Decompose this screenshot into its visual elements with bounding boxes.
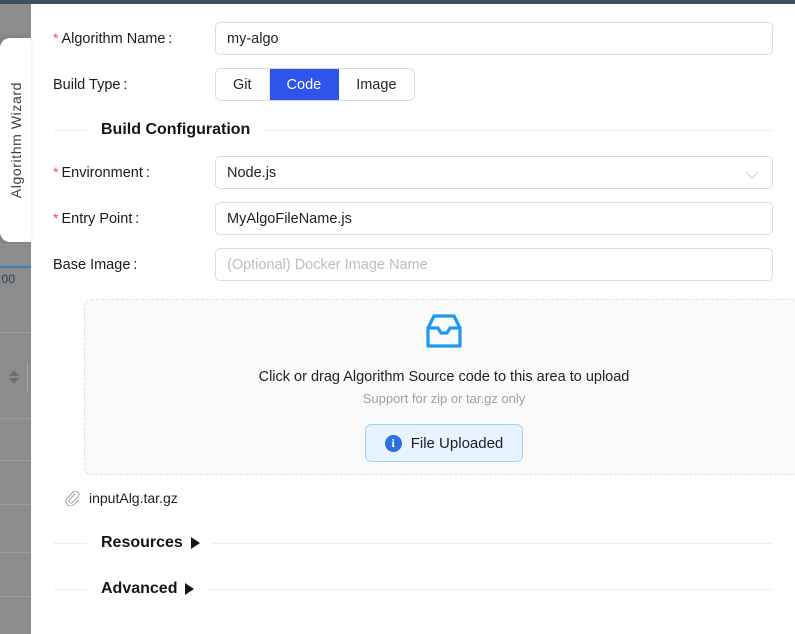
algorithm-source-dropzone[interactable]: Click or drag Algorithm Source code to t… (84, 299, 795, 475)
base-image-input[interactable]: (Optional) Docker Image Name (215, 248, 773, 281)
resources-title: Resources (101, 534, 183, 551)
section-lead-rule (53, 588, 87, 590)
base-image-label: Base Image : (53, 256, 138, 273)
environment-select-value: Node.js (227, 164, 277, 181)
section-lead-rule (53, 129, 87, 131)
backdrop-column-divider (27, 362, 28, 392)
entry-point-row: * Entry Point : MyAlgoFileName.js (53, 202, 773, 235)
advanced-title: Advanced (101, 580, 178, 597)
section-tail-rule (211, 542, 773, 544)
caret-right-icon[interactable] (185, 583, 195, 595)
environment-row: * Environment : Node.js (53, 156, 773, 189)
uploaded-file-name: inputAlg.tar.gz (89, 490, 178, 506)
algorithm-name-row: * Algorithm Name : my-algo (53, 22, 773, 55)
backdrop-time-text: :00 (0, 272, 16, 286)
uploaded-file-item[interactable]: inputAlg.tar.gz (65, 490, 773, 507)
screen: :00 Algorithm Wizard *Algorithm Name : m… (0, 0, 795, 634)
build-type-option-git[interactable]: Git (216, 69, 270, 100)
build-type-option-code[interactable]: Code (269, 69, 340, 100)
environment-label: * Environment : (53, 163, 150, 181)
chevron-down-icon (747, 167, 759, 179)
algorithm-wizard-tab-label: Algorithm Wizard (7, 81, 24, 199)
section-tail-rule (206, 588, 773, 590)
entry-point-label: * Entry Point : (53, 209, 140, 227)
paperclip-icon (65, 490, 80, 507)
caret-right-icon[interactable] (190, 537, 200, 549)
environment-select[interactable]: Node.js (215, 156, 773, 189)
build-type-segmented-control: Git Code Image (215, 68, 415, 101)
algorithm-wizard-tab[interactable]: Algorithm Wizard (0, 38, 31, 242)
required-asterisk-icon: * (53, 29, 59, 46)
section-tail-rule (264, 129, 773, 131)
dropzone-secondary-text: Support for zip or tar.gz only (362, 391, 526, 406)
algorithm-wizard-drawer: * Algorithm Name : my-algo Build Type : G… (31, 4, 795, 634)
required-asterisk-icon: * (53, 163, 59, 180)
section-lead-rule (53, 542, 87, 544)
build-type-label: Build Type : (53, 76, 128, 93)
build-type-row: Build Type : Git Code Image (53, 68, 773, 101)
inbox-icon (421, 312, 467, 357)
build-configuration-title: Build Configuration (101, 121, 251, 138)
info-circle-icon: i (384, 434, 402, 452)
sort-arrows-icon[interactable] (9, 368, 19, 386)
required-asterisk-icon: * (53, 209, 59, 226)
entry-point-input[interactable]: MyAlgoFileName.js (215, 202, 773, 235)
resources-section-header[interactable]: Resources (53, 534, 773, 552)
base-image-row: Base Image : (Optional) Docker Image Nam… (53, 248, 773, 281)
dropzone-primary-text: Click or drag Algorithm Source code to t… (258, 369, 630, 385)
build-configuration-section-header: Build Configuration (53, 121, 773, 139)
build-type-option-image[interactable]: Image (339, 69, 414, 100)
algorithm-name-label: * Algorithm Name : (53, 29, 173, 47)
advanced-section-header[interactable]: Advanced (53, 580, 773, 598)
backdrop-accent-line (0, 266, 34, 268)
drawer-body: * Algorithm Name : my-algo Build Type : G… (31, 4, 795, 598)
file-uploaded-button-label: File Uploaded (410, 434, 504, 452)
file-uploaded-button[interactable]: i File Uploaded (364, 424, 524, 462)
algorithm-name-input[interactable]: my-algo (215, 22, 773, 55)
